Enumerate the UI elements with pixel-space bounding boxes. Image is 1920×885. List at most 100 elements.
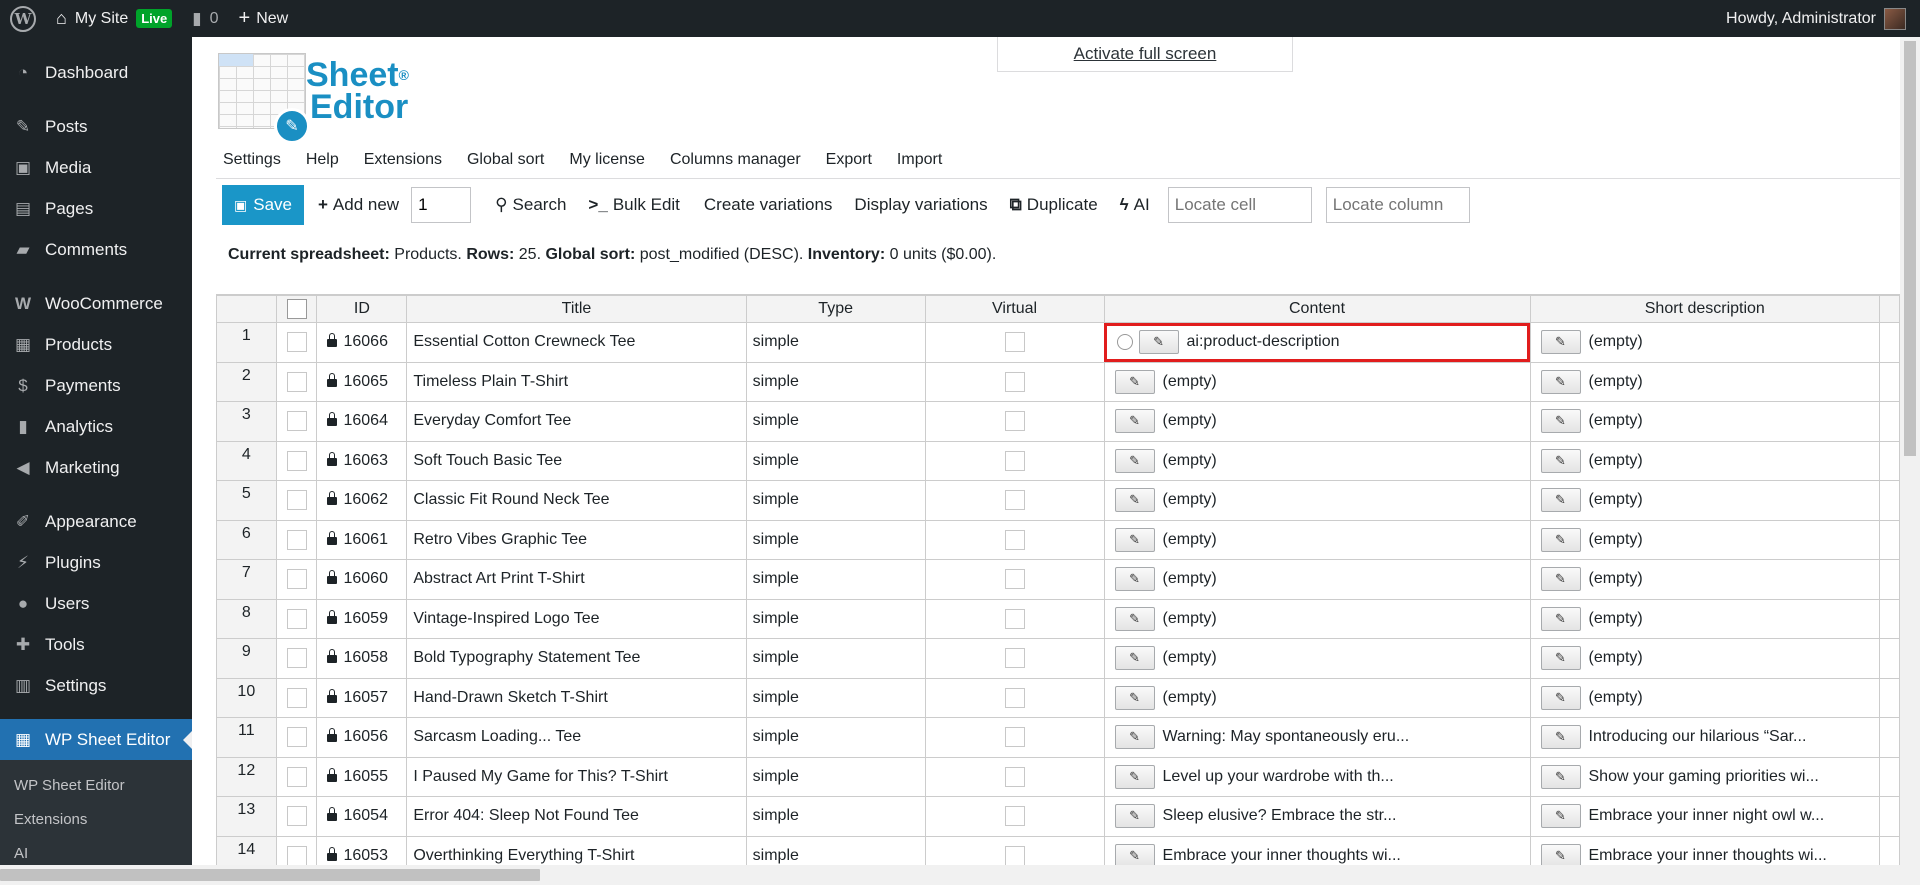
sidebar-item-marketing[interactable]: ◀ Marketing: [0, 447, 192, 488]
title-cell[interactable]: Timeless Plain T-Shirt: [406, 361, 747, 402]
locate-column-input[interactable]: [1325, 187, 1470, 223]
row-select-checkbox[interactable]: [286, 411, 307, 432]
sidebar-item-users[interactable]: ● Users: [0, 583, 192, 624]
type-cell[interactable]: simple: [745, 598, 926, 639]
select-all-checkbox[interactable]: [286, 299, 307, 319]
id-cell[interactable]: 16059: [316, 598, 408, 639]
edit-short-description-button[interactable]: ✎: [1540, 764, 1581, 789]
row-number[interactable]: 12: [216, 756, 277, 797]
sidebar-item-pages[interactable]: ▤ Pages: [0, 188, 192, 229]
short-description-cell[interactable]: ✎ (empty): [1529, 519, 1881, 560]
overflow-cell[interactable]: [1879, 835, 1900, 865]
create-variations-button[interactable]: Create variations: [704, 195, 833, 215]
short-description-cell[interactable]: ✎ Embrace your inner thoughts wi...: [1529, 835, 1881, 865]
add-new-button[interactable]: + Add new: [318, 195, 399, 215]
overflow-cell[interactable]: [1879, 559, 1900, 600]
bulk-edit-button[interactable]: >_ Bulk Edit: [588, 195, 679, 215]
edit-content-button[interactable]: ✎: [1114, 606, 1155, 631]
id-cell[interactable]: 16055: [316, 756, 408, 797]
edit-content-button[interactable]: ✎: [1114, 527, 1155, 552]
title-cell[interactable]: Soft Touch Basic Tee: [406, 440, 747, 481]
type-cell[interactable]: simple: [745, 638, 926, 679]
edit-short-description-button[interactable]: ✎: [1540, 843, 1581, 865]
id-cell[interactable]: 16057: [316, 677, 408, 718]
edit-content-button[interactable]: ✎: [1114, 409, 1155, 434]
content-cell[interactable]: ✎ (empty): [1103, 401, 1531, 442]
overflow-cell[interactable]: [1879, 598, 1900, 639]
column-header-content[interactable]: Content: [1103, 295, 1531, 323]
vertical-scrollbar[interactable]: [1900, 37, 1920, 885]
edit-short-description-button[interactable]: ✎: [1540, 409, 1581, 434]
add-count-input[interactable]: [411, 187, 472, 223]
save-button[interactable]: ▣ Save: [222, 185, 304, 225]
virtual-checkbox[interactable]: [1004, 529, 1025, 550]
type-cell[interactable]: simple: [745, 480, 926, 521]
overflow-cell[interactable]: [1879, 756, 1900, 797]
edit-short-description-button[interactable]: ✎: [1540, 646, 1581, 671]
edit-content-button[interactable]: ✎: [1114, 804, 1155, 829]
edit-content-button[interactable]: ✎: [1114, 448, 1155, 473]
edit-content-button[interactable]: ✎: [1138, 330, 1179, 355]
overflow-cell[interactable]: [1879, 440, 1900, 481]
edit-short-description-button[interactable]: ✎: [1540, 567, 1581, 592]
edit-content-button[interactable]: ✎: [1114, 764, 1155, 789]
row-number[interactable]: 8: [216, 598, 277, 639]
menu-columns-manager[interactable]: Columns manager: [670, 151, 801, 169]
edit-short-description-button[interactable]: ✎: [1540, 369, 1581, 394]
edit-short-description-button[interactable]: ✎: [1540, 685, 1581, 710]
short-description-cell[interactable]: ✎ Show your gaming priorities wi...: [1529, 756, 1881, 797]
title-cell[interactable]: Bold Typography Statement Tee: [406, 638, 747, 679]
content-cell[interactable]: ✎ (empty): [1103, 638, 1531, 679]
edit-content-button[interactable]: ✎: [1114, 488, 1155, 513]
type-cell[interactable]: simple: [745, 796, 926, 837]
id-cell[interactable]: 16066: [316, 322, 408, 363]
content-cell[interactable]: ✎ Sleep elusive? Embrace the str...: [1103, 796, 1531, 837]
sidebar-item-wp-sheet-editor[interactable]: ▦ WP Sheet Editor: [0, 719, 192, 760]
row-select-checkbox[interactable]: [286, 766, 307, 787]
row-number[interactable]: 1: [216, 322, 277, 363]
type-cell[interactable]: simple: [745, 559, 926, 600]
type-cell[interactable]: simple: [745, 361, 926, 402]
edit-content-button[interactable]: ✎: [1114, 685, 1155, 710]
title-cell[interactable]: Abstract Art Print T-Shirt: [406, 559, 747, 600]
wordpress-logo-button[interactable]: W: [0, 0, 46, 37]
row-select-checkbox[interactable]: [286, 806, 307, 827]
virtual-checkbox[interactable]: [1004, 450, 1025, 471]
menu-help[interactable]: Help: [306, 151, 339, 169]
virtual-checkbox[interactable]: [1004, 569, 1025, 590]
sidebar-item-products[interactable]: ▦ Products: [0, 324, 192, 365]
short-description-cell[interactable]: ✎ (empty): [1529, 322, 1881, 363]
sidebar-item-analytics[interactable]: ▮ Analytics: [0, 406, 192, 447]
title-cell[interactable]: Everyday Comfort Tee: [406, 401, 747, 442]
id-cell[interactable]: 16065: [316, 361, 408, 402]
column-header-virtual[interactable]: Virtual: [924, 295, 1105, 323]
sidebar-item-comments[interactable]: ▰ Comments: [0, 229, 192, 270]
edit-short-description-button[interactable]: ✎: [1540, 330, 1581, 355]
submenu-item-extensions[interactable]: Extensions: [0, 802, 192, 836]
menu-export[interactable]: Export: [826, 151, 872, 169]
type-cell[interactable]: simple: [745, 717, 926, 758]
sidebar-item-settings[interactable]: ▥ Settings: [0, 665, 192, 706]
site-name-link[interactable]: ⌂ My Site Live: [46, 0, 182, 37]
horizontal-scroll-thumb[interactable]: [0, 869, 540, 881]
short-description-cell[interactable]: ✎ (empty): [1529, 440, 1881, 481]
short-description-cell[interactable]: ✎ (empty): [1529, 677, 1881, 718]
type-cell[interactable]: simple: [745, 322, 926, 363]
row-number[interactable]: 4: [216, 440, 277, 481]
title-cell[interactable]: Overthinking Everything T-Shirt: [406, 835, 747, 865]
overflow-cell[interactable]: [1879, 638, 1900, 679]
content-cell[interactable]: ✎ (empty): [1103, 519, 1531, 560]
sidebar-item-media[interactable]: ▣ Media: [0, 147, 192, 188]
row-select-checkbox[interactable]: [286, 845, 307, 865]
row-select-checkbox[interactable]: [286, 450, 307, 471]
column-header-id[interactable]: ID: [316, 295, 408, 323]
duplicate-button[interactable]: ⧉ Duplicate: [1010, 195, 1098, 215]
virtual-checkbox[interactable]: [1004, 727, 1025, 748]
edit-short-description-button[interactable]: ✎: [1540, 527, 1581, 552]
menu-import[interactable]: Import: [897, 151, 942, 169]
id-cell[interactable]: 16064: [316, 401, 408, 442]
id-cell[interactable]: 16058: [316, 638, 408, 679]
title-cell[interactable]: Sarcasm Loading... Tee: [406, 717, 747, 758]
short-description-cell[interactable]: ✎ Embrace your inner night owl w...: [1529, 796, 1881, 837]
row-number[interactable]: 11: [216, 717, 277, 758]
